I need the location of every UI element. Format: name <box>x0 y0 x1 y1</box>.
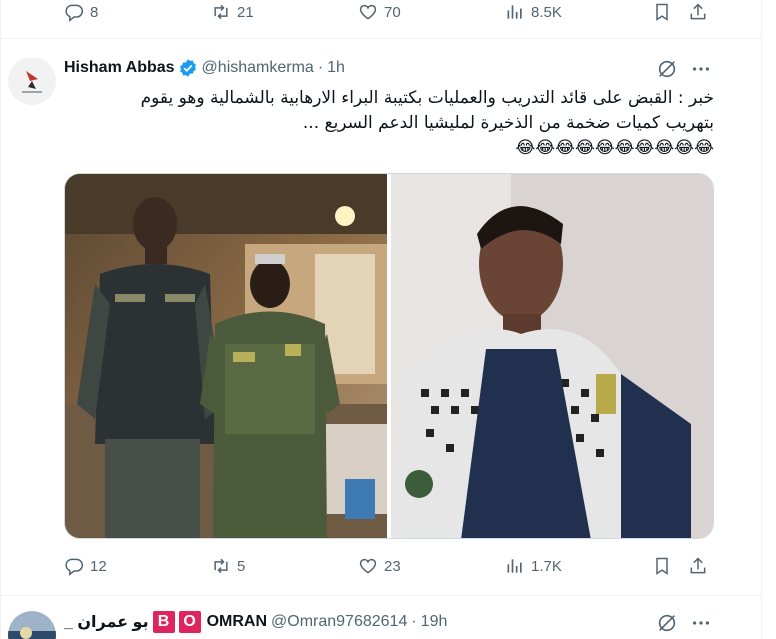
share-icon <box>690 557 706 574</box>
tweet-text: خبر : القبض على قائد التدريب والعمليات ب… <box>64 86 714 161</box>
views-chart-icon <box>507 5 522 19</box>
like-button[interactable]: 23 <box>358 554 401 578</box>
avatar-logo-icon <box>8 57 56 105</box>
badge-o: O <box>178 611 201 633</box>
tweet-actions: 12 5 23 1.7K <box>64 554 724 578</box>
heart-icon <box>359 558 377 574</box>
separator-dot: · <box>317 59 324 76</box>
reply-icon <box>65 558 84 576</box>
share-button[interactable] <box>688 0 708 24</box>
bookmark-button[interactable] <box>652 554 672 578</box>
bookmark-icon <box>656 3 668 21</box>
next-author-handle[interactable]: @Omran97682614 <box>271 613 407 631</box>
next-more-options-button[interactable] <box>690 611 712 635</box>
tweet-media[interactable] <box>64 173 714 539</box>
photo-gap <box>387 174 391 538</box>
more-icon <box>692 67 710 71</box>
right-border <box>761 0 762 639</box>
like-count: 23 <box>384 557 401 575</box>
views-count: 1.7K <box>531 557 562 575</box>
share-button[interactable] <box>688 554 708 578</box>
author-handle[interactable]: @hishamkerma <box>202 59 314 77</box>
like-count: 70 <box>384 3 401 21</box>
next-author-name[interactable]: OMRAN <box>207 613 267 631</box>
bookmark-button[interactable] <box>652 0 672 24</box>
next-avatar-image <box>8 611 56 639</box>
views-button[interactable]: 8.5K <box>505 0 562 24</box>
badge-b: B <box>152 611 175 633</box>
verified-badge-icon <box>179 59 196 77</box>
heart-icon <box>359 4 377 20</box>
retweet-button[interactable]: 21 <box>211 0 254 24</box>
reply-button[interactable]: 8 <box>64 0 98 24</box>
prev-tweet-actions: 8 21 70 8.5K <box>64 0 724 24</box>
tweet-divider <box>0 38 761 39</box>
tweet-emojis: 😂😂😂😂😂😂😂😂😂😂 <box>515 138 714 158</box>
tweet-text-line-2: بتهريب كميات ضخمة من الذخيرة لمليشيا الد… <box>302 113 714 133</box>
retweet-icon <box>214 558 228 574</box>
tweet-header: Hisham Abbas @hishamkerma · 1h <box>64 57 345 79</box>
views-chart-icon <box>507 559 522 573</box>
like-button[interactable]: 70 <box>358 0 401 24</box>
more-icon <box>692 621 710 625</box>
photo-left-image <box>65 174 387 538</box>
reply-icon <box>65 4 84 22</box>
next-tweet-time[interactable]: 19h <box>421 613 448 631</box>
reply-count: 12 <box>90 557 107 575</box>
next-avatar[interactable] <box>8 611 56 639</box>
bookmark-icon <box>656 557 668 575</box>
views-button[interactable]: 1.7K <box>505 554 562 578</box>
reply-count: 8 <box>90 3 99 21</box>
left-border <box>0 0 1 639</box>
grok-button[interactable] <box>656 57 678 81</box>
retweet-button[interactable]: 5 <box>211 554 245 578</box>
next-grok-button[interactable] <box>656 611 678 635</box>
grok-icon <box>658 60 676 78</box>
retweet-icon <box>214 4 228 20</box>
next-tweet-header: بو عمران _ B O OMRAN @Omran97682614 · 19… <box>64 611 447 633</box>
photo-right-image <box>391 174 713 538</box>
separator-dot: · <box>411 613 417 630</box>
avatar[interactable] <box>8 57 56 105</box>
grok-icon <box>658 614 676 632</box>
reply-button[interactable]: 12 <box>64 554 107 578</box>
tweet-divider <box>0 595 761 596</box>
more-options-button[interactable] <box>690 57 712 81</box>
next-author-name-arabic[interactable]: بو عمران _ <box>64 612 149 632</box>
retweet-count: 21 <box>237 3 254 21</box>
tweet-time[interactable]: 1h <box>327 59 345 77</box>
tweet-text-line-1: خبر : القبض على قائد التدريب والعمليات ب… <box>140 88 714 108</box>
photo-left[interactable] <box>65 174 387 538</box>
photo-right[interactable] <box>391 174 713 538</box>
retweet-count: 5 <box>237 557 246 575</box>
author-name[interactable]: Hisham Abbas <box>64 59 175 77</box>
views-count: 8.5K <box>531 3 562 21</box>
share-icon <box>690 3 706 20</box>
